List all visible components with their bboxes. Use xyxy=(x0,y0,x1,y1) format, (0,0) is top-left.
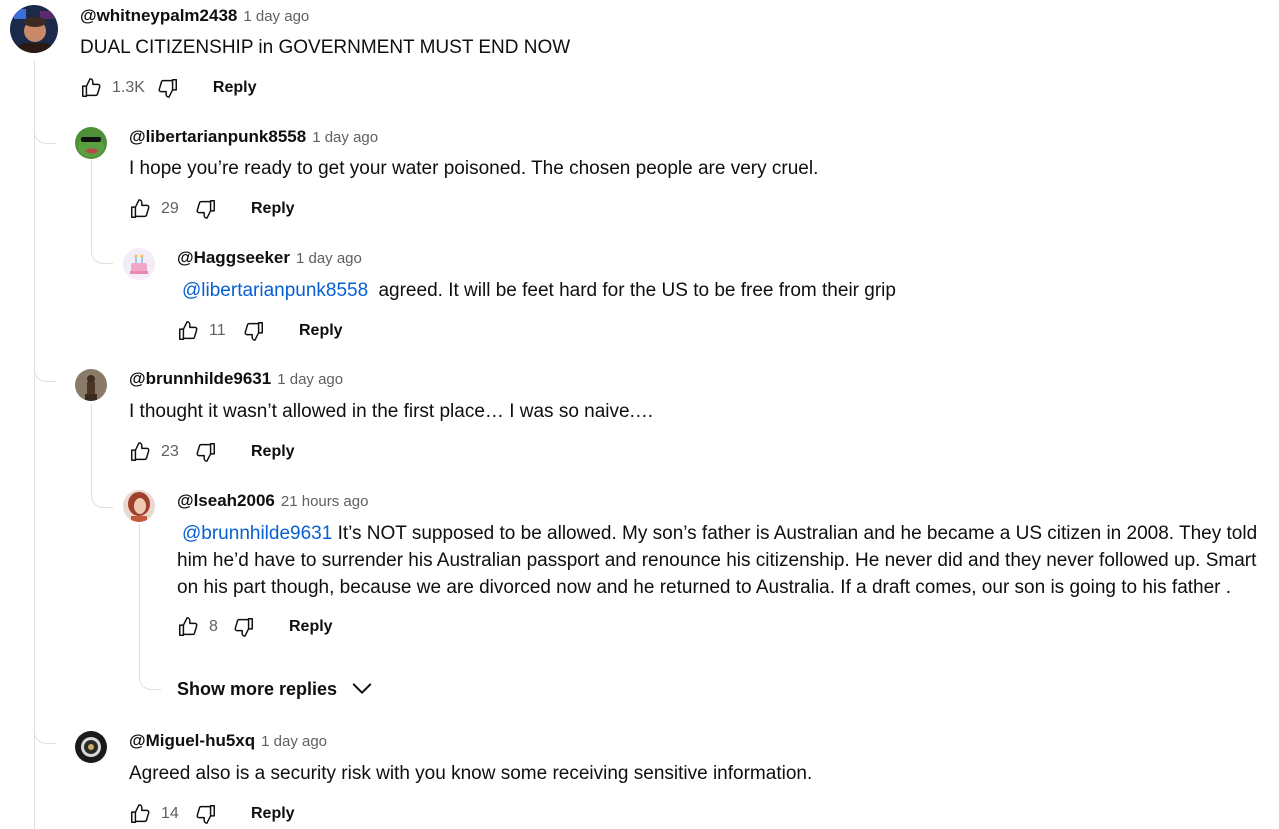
like-count: 29 xyxy=(161,200,179,217)
comment-actions: 14 Reply xyxy=(129,802,295,826)
comment-meta: @Haggseeker 1 day ago xyxy=(177,248,362,268)
comment-actions: 1.3K Reply xyxy=(80,76,257,100)
like-count: 23 xyxy=(161,443,179,460)
comment-body: It’s NOT supposed to be allowed. My son’… xyxy=(177,523,1258,598)
thumbs-up-icon[interactable] xyxy=(129,198,151,220)
like-count: 14 xyxy=(161,805,179,822)
comment-author[interactable]: @Haggseeker xyxy=(177,248,290,268)
comment-meta: @brunnhilde9631 1 day ago xyxy=(129,369,343,389)
mention-link[interactable]: @brunnhilde9631 xyxy=(182,523,332,544)
like-count: 8 xyxy=(209,618,218,635)
thumbs-down-icon[interactable] xyxy=(157,77,179,99)
comment-time[interactable]: 1 day ago xyxy=(312,129,378,146)
reply-button[interactable]: Reply xyxy=(251,443,295,461)
thumbs-down-icon[interactable] xyxy=(195,803,217,825)
comment-author[interactable]: @brunnhilde9631 xyxy=(129,369,271,389)
like-count: 11 xyxy=(209,322,226,339)
reply-button[interactable]: Reply xyxy=(251,200,295,218)
thumbs-down-icon[interactable] xyxy=(195,198,217,220)
thread-branch xyxy=(139,524,161,690)
comment-text: DUAL CITIZENSHIP in GOVERNMENT MUST END … xyxy=(80,37,571,58)
comment-text: Agreed also is a security risk with you … xyxy=(129,763,813,784)
mention-link[interactable]: @libertarianpunk8558 xyxy=(182,280,368,301)
avatar[interactable] xyxy=(75,127,107,159)
comment-actions: 8 Reply xyxy=(177,615,333,639)
thumbs-up-icon[interactable] xyxy=(80,77,102,99)
avatar[interactable] xyxy=(10,5,58,53)
comment-author[interactable]: @libertarianpunk8558 xyxy=(129,127,306,147)
comment-author[interactable]: @lseah2006 xyxy=(177,491,275,511)
reply-button[interactable]: Reply xyxy=(299,322,343,340)
avatar[interactable] xyxy=(75,731,107,763)
comment-meta: @whitneypalm2438 1 day ago xyxy=(80,6,309,26)
thread-branch xyxy=(34,362,56,382)
thumbs-up-icon[interactable] xyxy=(177,616,199,638)
chevron-down-icon xyxy=(352,683,372,694)
comment-time[interactable]: 1 day ago xyxy=(261,733,327,750)
show-more-replies-label: Show more replies xyxy=(177,678,338,699)
thread-branch xyxy=(91,160,113,264)
thumbs-up-icon[interactable] xyxy=(129,441,151,463)
thread-branch xyxy=(34,724,56,744)
comment-body: agreed. It will be feet hard for the US … xyxy=(378,280,896,301)
avatar[interactable] xyxy=(123,248,155,280)
thread-branch xyxy=(91,404,113,508)
comment-text: @libertarianpunk8558 agreed. It will be … xyxy=(177,277,896,304)
comment-text: @brunnhilde9631 It’s NOT supposed to be … xyxy=(177,520,1277,601)
reply-button[interactable]: Reply xyxy=(213,79,257,97)
thumbs-down-icon[interactable] xyxy=(233,616,255,638)
reply-button[interactable]: Reply xyxy=(289,618,333,636)
comment-meta: @libertarianpunk8558 1 day ago xyxy=(129,127,378,147)
comment-time[interactable]: 1 day ago xyxy=(243,8,309,25)
thumbs-up-icon[interactable] xyxy=(177,320,199,342)
thumbs-down-icon[interactable] xyxy=(243,320,265,342)
show-more-replies-button[interactable]: Show more replies xyxy=(177,678,373,700)
comment-actions: 29 Reply xyxy=(129,197,295,221)
comment-time[interactable]: 21 hours ago xyxy=(281,493,369,510)
comment-actions: 11 Reply xyxy=(177,319,343,343)
comment-author[interactable]: @Miguel-hu5xq xyxy=(129,731,255,751)
reply-button[interactable]: Reply xyxy=(251,805,295,823)
comment-text: I thought it wasn’t allowed in the first… xyxy=(129,401,654,422)
comment-time[interactable]: 1 day ago xyxy=(296,250,362,267)
comment-meta: @lseah2006 21 hours ago xyxy=(177,491,368,511)
thread-branch xyxy=(34,118,56,144)
thumbs-down-icon[interactable] xyxy=(195,441,217,463)
comment-meta: @Miguel-hu5xq 1 day ago xyxy=(129,731,327,751)
comment-actions: 23 Reply xyxy=(129,440,295,464)
avatar[interactable] xyxy=(123,490,155,522)
thread-line xyxy=(34,60,35,829)
comment-author[interactable]: @whitneypalm2438 xyxy=(80,6,237,26)
thumbs-up-icon[interactable] xyxy=(129,803,151,825)
comment-time[interactable]: 1 day ago xyxy=(277,371,343,388)
comment-text: I hope you’re ready to get your water po… xyxy=(129,158,819,179)
comments-section: @whitneypalm2438 1 day ago DUAL CITIZENS… xyxy=(0,0,1279,829)
avatar[interactable] xyxy=(75,369,107,401)
like-count: 1.3K xyxy=(112,79,145,96)
